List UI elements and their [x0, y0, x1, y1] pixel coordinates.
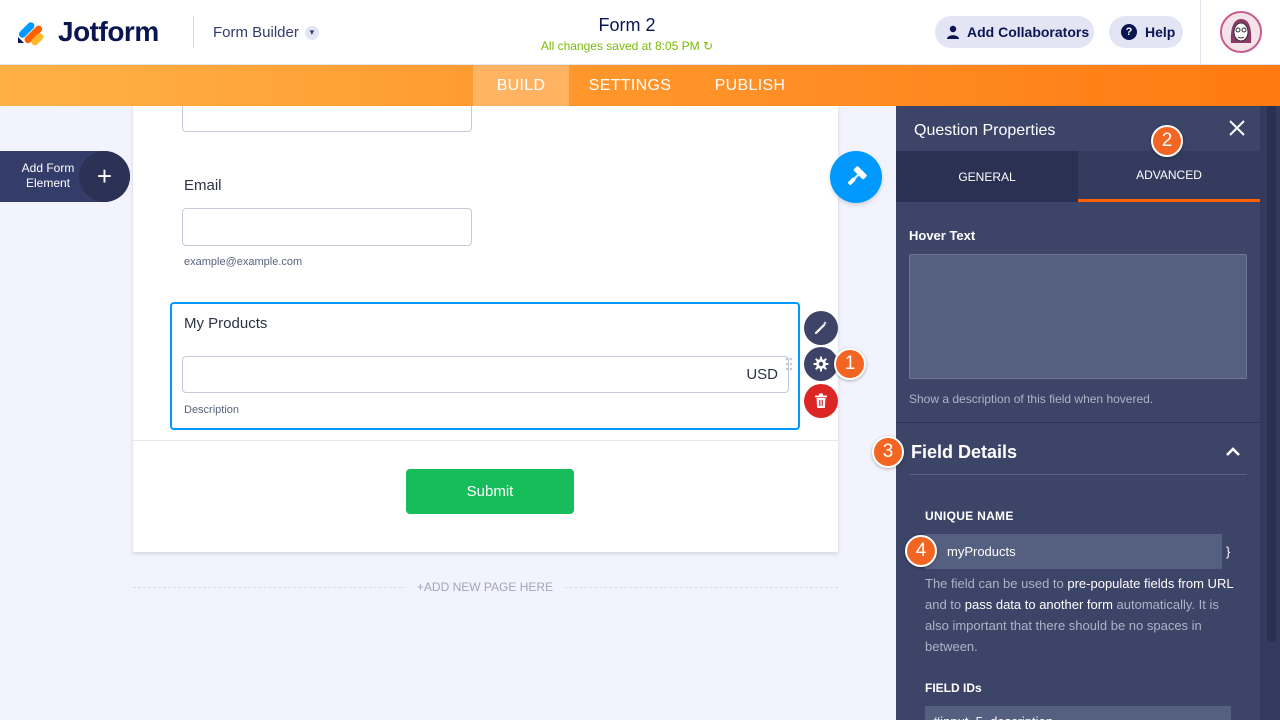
- hover-text-label: Hover Text: [909, 228, 976, 243]
- products-description: Description: [184, 404, 240, 416]
- email-sublabel: example@example.com: [184, 256, 303, 268]
- tab-general[interactable]: GENERAL: [896, 151, 1078, 202]
- gear-icon: [813, 356, 829, 372]
- panel-tabs: GENERAL ADVANCED: [896, 151, 1260, 202]
- field-details-title[interactable]: Field Details: [911, 442, 1017, 463]
- help-button[interactable]: ? Help: [1109, 16, 1183, 48]
- add-form-element-label-line1: Add Form: [21, 161, 75, 175]
- unique-name-help-text-1: The field can be used to: [925, 576, 1068, 591]
- drag-handle-icon[interactable]: [784, 356, 794, 376]
- unique-name-help-text-2: and to: [925, 597, 965, 612]
- hover-text-input[interactable]: [909, 254, 1247, 379]
- magic-wand-icon: [814, 321, 827, 335]
- header-divider-right: [1200, 0, 1201, 65]
- add-form-element-button[interactable]: Add Form Element +: [0, 151, 130, 202]
- unique-name-input[interactable]: myProducts: [925, 534, 1222, 569]
- field-wizard-button[interactable]: [804, 311, 838, 345]
- field-ids-label: FIELD IDs: [925, 681, 982, 695]
- add-collaborators-label: Add Collaborators: [967, 24, 1090, 40]
- step-badge-1: 1: [834, 348, 866, 380]
- form-divider: [133, 440, 838, 441]
- builder-nav: BUILD SETTINGS PUBLISH: [0, 65, 1280, 106]
- panel-title: Question Properties: [914, 122, 1056, 139]
- products-price-input[interactable]: USD: [182, 356, 789, 393]
- avatar-illustration: [1222, 13, 1260, 51]
- tab-build[interactable]: BUILD: [473, 65, 569, 106]
- help-label: Help: [1145, 24, 1176, 40]
- save-status-text: All changes saved at 8:05 PM: [540, 39, 700, 53]
- step-badge-2: 2: [1151, 125, 1183, 157]
- paint-roller-icon: [847, 166, 867, 186]
- panel-scrollbar[interactable]: [1267, 106, 1276, 642]
- form-designer-button[interactable]: [830, 151, 882, 203]
- hover-text-help: Show a description of this field when ho…: [909, 392, 1154, 406]
- help-icon: ?: [1121, 24, 1137, 40]
- tab-publish[interactable]: PUBLISH: [700, 65, 800, 106]
- chevron-up-icon[interactable]: [1226, 447, 1240, 457]
- close-icon[interactable]: [1228, 119, 1246, 137]
- user-icon: [947, 25, 959, 39]
- trash-icon: [815, 393, 827, 408]
- top-header: Jotform Form Builder ▾ Form 2 All change…: [0, 0, 1280, 65]
- unique-name-help-bold-2: pass data to another form: [964, 597, 1113, 612]
- unique-name-label: UNIQUE NAME: [925, 509, 1014, 523]
- currency-label: USD: [746, 366, 778, 383]
- field-ids-input[interactable]: #input_5_description: [925, 706, 1231, 720]
- unique-name-help-bold-1: pre-populate fields from URL: [1067, 576, 1234, 591]
- add-form-element-label: Add Form Element: [14, 161, 82, 191]
- delete-field-button[interactable]: [804, 384, 838, 418]
- add-form-element-label-line2: Element: [25, 176, 71, 190]
- email-field[interactable]: [182, 208, 472, 246]
- tab-settings[interactable]: SETTINGS: [574, 65, 686, 106]
- refresh-icon: ↻: [703, 39, 714, 53]
- panel-content: Question Properties GENERAL ADVANCED Hov…: [896, 106, 1260, 720]
- plus-icon: +: [79, 151, 130, 202]
- field-properties-button[interactable]: [804, 347, 838, 381]
- unique-name-suffix: }: [1226, 544, 1231, 559]
- step-badge-4: 4: [905, 535, 937, 567]
- products-label: My Products: [184, 315, 268, 332]
- step-badge-3: 3: [872, 436, 904, 468]
- avatar[interactable]: [1220, 11, 1262, 53]
- previous-field-input[interactable]: [182, 106, 472, 132]
- add-new-page-link[interactable]: +ADD NEW PAGE HERE: [405, 580, 565, 594]
- question-properties-panel: Question Properties GENERAL ADVANCED Hov…: [896, 106, 1280, 720]
- field-details-divider: [909, 474, 1247, 475]
- unique-name-help: The field can be used to pre-populate fi…: [925, 573, 1243, 657]
- submit-button[interactable]: Submit: [406, 469, 574, 514]
- panel-divider: [896, 422, 1260, 423]
- email-label: Email: [184, 177, 222, 194]
- tab-advanced[interactable]: ADVANCED: [1078, 151, 1260, 202]
- add-collaborators-button[interactable]: Add Collaborators: [935, 16, 1094, 48]
